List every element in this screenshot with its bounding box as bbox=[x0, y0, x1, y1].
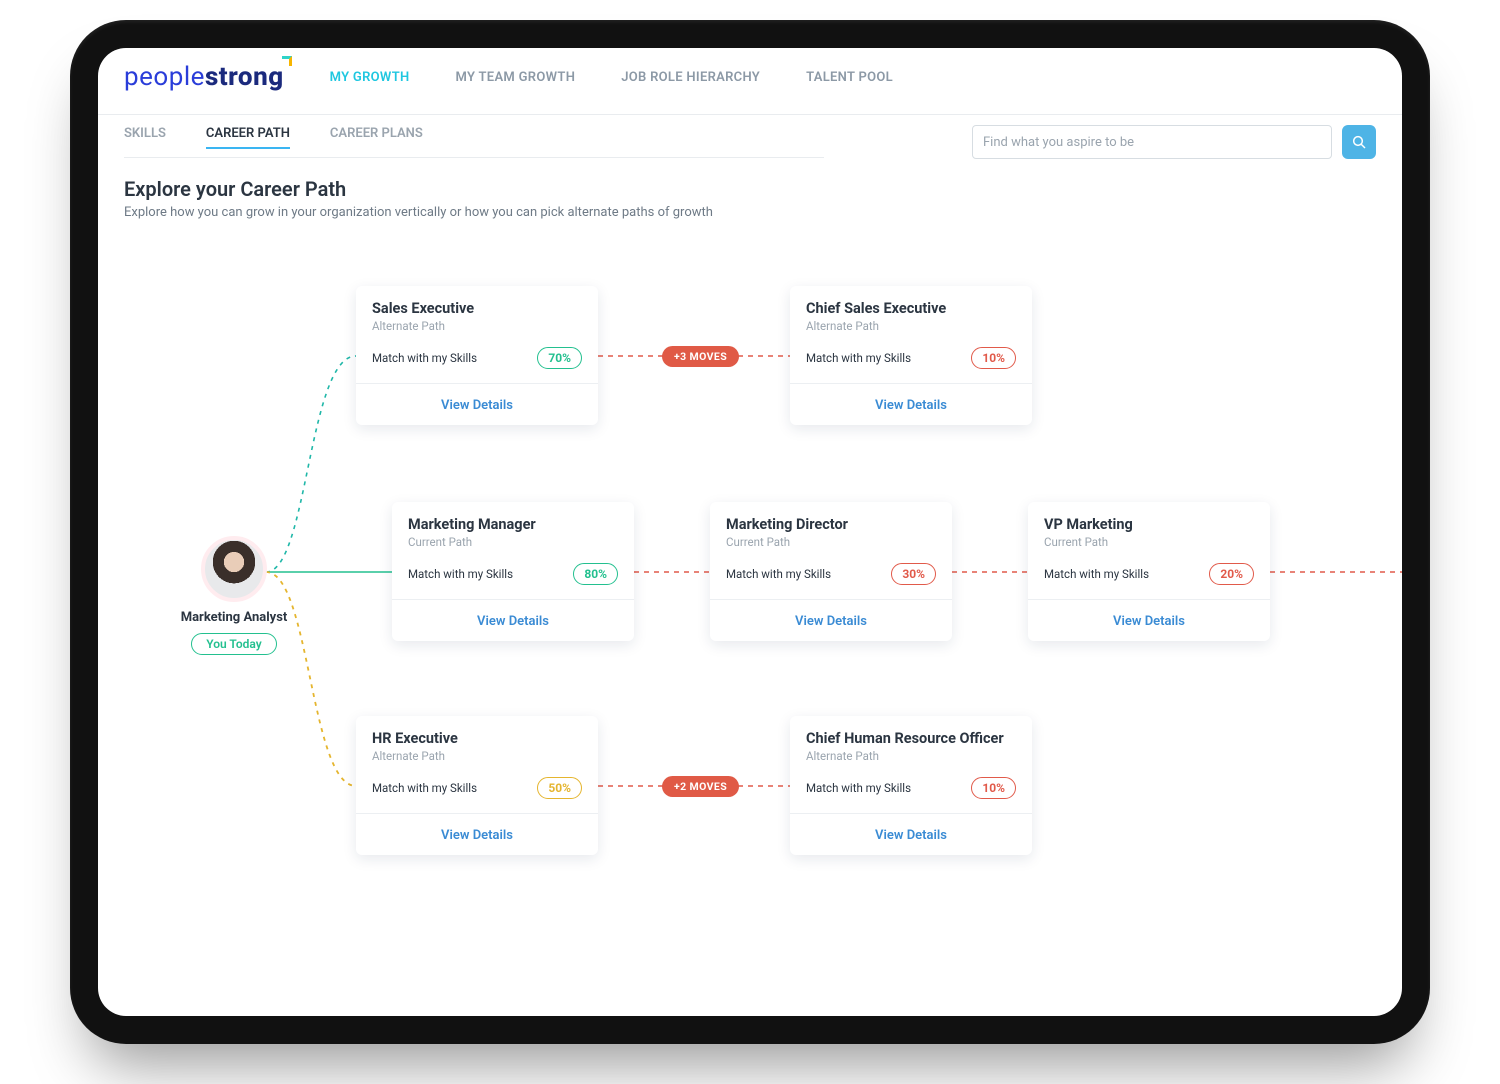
card-chief-hr-officer: Chief Human Resource Officer Alternate P… bbox=[790, 716, 1032, 855]
match-pill: 10% bbox=[971, 347, 1016, 369]
nav-my-team-growth[interactable]: MY TEAM GROWTH bbox=[456, 70, 576, 85]
card-title: HR Executive bbox=[372, 730, 582, 747]
match-pill: 50% bbox=[537, 777, 582, 799]
card-subtitle: Current Path bbox=[726, 535, 936, 549]
card-title: VP Marketing bbox=[1044, 516, 1254, 533]
card-subtitle: Alternate Path bbox=[806, 319, 1016, 333]
search-icon bbox=[1351, 134, 1367, 150]
view-details-link[interactable]: View Details bbox=[441, 398, 513, 413]
tab-career-plans[interactable]: CAREER PLANS bbox=[330, 126, 423, 149]
search-input[interactable] bbox=[972, 125, 1332, 159]
logo-part-2: strong bbox=[205, 62, 284, 92]
logo-part-1: people bbox=[124, 62, 205, 92]
match-pill: 30% bbox=[891, 563, 936, 585]
avatar bbox=[201, 536, 267, 602]
view-details-link[interactable]: View Details bbox=[875, 828, 947, 843]
moves-badge-hr: +2 MOVES bbox=[662, 776, 739, 797]
tab-skills[interactable]: SKILLS bbox=[124, 126, 166, 149]
card-title: Chief Human Resource Officer bbox=[806, 730, 1016, 747]
nav-my-growth[interactable]: MY GROWTH bbox=[330, 70, 410, 85]
card-vp-marketing: VP Marketing Current Path Match with my … bbox=[1028, 502, 1270, 641]
match-label: Match with my Skills bbox=[372, 351, 477, 365]
view-details-link[interactable]: View Details bbox=[441, 828, 513, 843]
you-today-badge: You Today bbox=[191, 633, 277, 655]
moves-badge-sales: +3 MOVES bbox=[662, 346, 739, 367]
page-subtitle: Explore how you can grow in your organiz… bbox=[124, 205, 1376, 220]
view-details-link[interactable]: View Details bbox=[477, 614, 549, 629]
card-title: Sales Executive bbox=[372, 300, 582, 317]
career-canvas: Marketing Analyst You Today Sales Execut… bbox=[98, 226, 1402, 1006]
match-pill: 20% bbox=[1209, 563, 1254, 585]
match-label: Match with my Skills bbox=[726, 567, 831, 581]
view-details-link[interactable]: View Details bbox=[1113, 614, 1185, 629]
page-headline: Explore your Career Path Explore how you… bbox=[98, 159, 1402, 222]
card-sales-executive: Sales Executive Alternate Path Match wit… bbox=[356, 286, 598, 425]
card-subtitle: Current Path bbox=[408, 535, 618, 549]
match-pill: 70% bbox=[537, 347, 582, 369]
match-label: Match with my Skills bbox=[408, 567, 513, 581]
match-label: Match with my Skills bbox=[1044, 567, 1149, 581]
search-wrap bbox=[972, 125, 1376, 159]
view-details-link[interactable]: View Details bbox=[795, 614, 867, 629]
match-pill: 80% bbox=[573, 563, 618, 585]
subtabs: SKILLS CAREER PATH CAREER PLANS bbox=[124, 126, 824, 158]
origin-role: Marketing Analyst bbox=[164, 610, 304, 625]
search-button[interactable] bbox=[1342, 125, 1376, 159]
page-title: Explore your Career Path bbox=[124, 177, 1376, 201]
card-chief-sales-executive: Chief Sales Executive Alternate Path Mat… bbox=[790, 286, 1032, 425]
subbar: SKILLS CAREER PATH CAREER PLANS bbox=[98, 115, 1402, 159]
view-details-link[interactable]: View Details bbox=[875, 398, 947, 413]
tab-career-path[interactable]: CAREER PATH bbox=[206, 126, 290, 149]
card-marketing-manager: Marketing Manager Current Path Match wit… bbox=[392, 502, 634, 641]
card-subtitle: Current Path bbox=[1044, 535, 1254, 549]
card-marketing-director: Marketing Director Current Path Match wi… bbox=[710, 502, 952, 641]
nav-talent-pool[interactable]: TALENT POOL bbox=[806, 70, 893, 85]
card-subtitle: Alternate Path bbox=[372, 749, 582, 763]
origin-node: Marketing Analyst You Today bbox=[164, 536, 304, 655]
card-subtitle: Alternate Path bbox=[372, 319, 582, 333]
card-hr-executive: HR Executive Alternate Path Match with m… bbox=[356, 716, 598, 855]
card-title: Marketing Director bbox=[726, 516, 936, 533]
logo-accent-icon bbox=[282, 56, 292, 66]
topbar: peoplestrong MY GROWTH MY TEAM GROWTH JO… bbox=[98, 48, 1402, 115]
match-label: Match with my Skills bbox=[372, 781, 477, 795]
match-label: Match with my Skills bbox=[806, 351, 911, 365]
card-title: Chief Sales Executive bbox=[806, 300, 1016, 317]
tablet-frame: peoplestrong MY GROWTH MY TEAM GROWTH JO… bbox=[70, 20, 1430, 1044]
match-label: Match with my Skills bbox=[806, 781, 911, 795]
card-title: Marketing Manager bbox=[408, 516, 618, 533]
nav-job-role-hierarchy[interactable]: JOB ROLE HIERARCHY bbox=[621, 70, 760, 85]
card-subtitle: Alternate Path bbox=[806, 749, 1016, 763]
match-pill: 10% bbox=[971, 777, 1016, 799]
screen: peoplestrong MY GROWTH MY TEAM GROWTH JO… bbox=[98, 48, 1402, 1016]
brand-logo: peoplestrong bbox=[124, 62, 284, 92]
